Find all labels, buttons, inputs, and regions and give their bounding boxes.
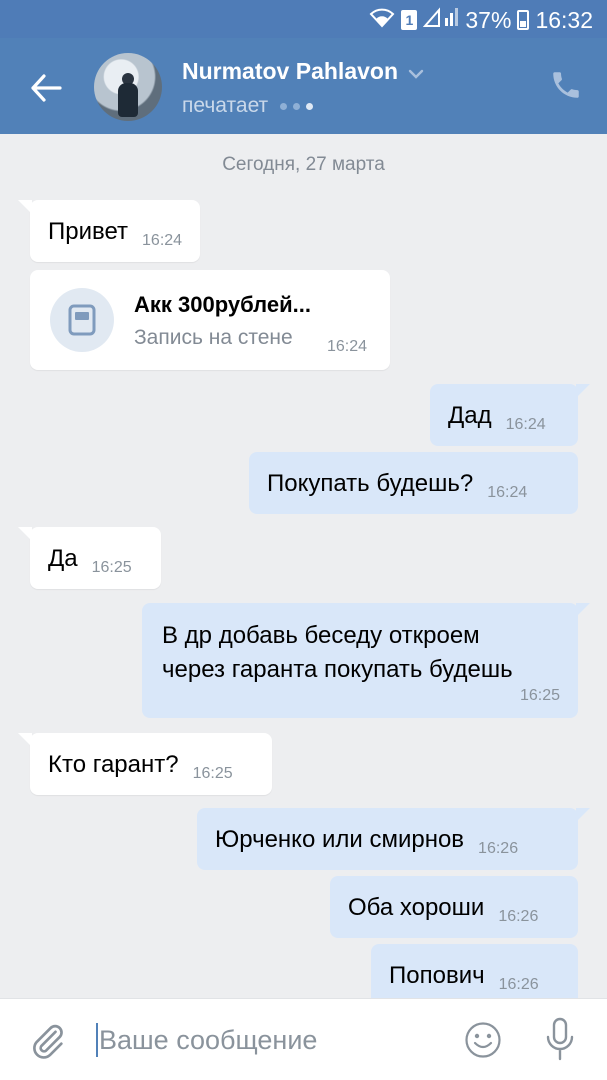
message-incoming[interactable]: Да 16:25 bbox=[18, 527, 161, 589]
wall-post-icon bbox=[50, 288, 114, 352]
message-text-line: В др добавь беседу откроем bbox=[162, 622, 480, 649]
message-input[interactable]: Ваше сообщение bbox=[96, 1019, 426, 1061]
message-time: 16:24 bbox=[327, 338, 368, 355]
message-input-placeholder: Ваше сообщение bbox=[99, 1025, 318, 1055]
message-time: 16:24 bbox=[505, 416, 546, 433]
signal-icon bbox=[423, 6, 459, 34]
message-time: 16:24 bbox=[142, 232, 183, 249]
message-text: Да bbox=[48, 545, 78, 572]
status-bar: 1 37% 16:32 bbox=[0, 0, 607, 38]
message-text-line: через гаранта покупать будешь bbox=[162, 656, 513, 683]
wall-post-card[interactable]: Акк 300рублей... Запись на стене 16:24 bbox=[30, 270, 390, 370]
message-outgoing[interactable]: В др добавь беседу откроем через гаранта… bbox=[142, 603, 590, 718]
clock: 16:32 bbox=[535, 6, 593, 33]
message-time: 16:26 bbox=[498, 908, 539, 925]
message-list[interactable]: Сегодня, 27 марта Привет 16:24 Акк 300ру… bbox=[0, 134, 607, 998]
typing-label: печатает bbox=[182, 94, 269, 117]
message-outgoing[interactable]: Юрченко или смирнов 16:26 bbox=[197, 808, 590, 870]
message-outgoing[interactable]: Дад 16:24 bbox=[430, 384, 590, 446]
message-time: 16:25 bbox=[519, 687, 560, 704]
wall-post-subtitle: Запись на стене bbox=[134, 326, 293, 349]
battery-icon bbox=[517, 10, 530, 30]
message-composer: Ваше сообщение bbox=[0, 998, 607, 1080]
sim-badge: 1 bbox=[401, 10, 418, 30]
message-time: 16:26 bbox=[498, 976, 539, 993]
contact-name: Nurmatov Pahlavon bbox=[182, 58, 398, 84]
message-outgoing[interactable]: Попович 16:26 bbox=[371, 944, 578, 998]
message-text: Попович bbox=[389, 962, 485, 989]
smiley-icon[interactable] bbox=[464, 1021, 502, 1059]
message-incoming[interactable]: Привет 16:24 bbox=[17, 200, 201, 262]
message-text: Кто гарант? bbox=[48, 751, 179, 778]
phone-icon[interactable] bbox=[549, 68, 585, 104]
typing-dots-icon bbox=[280, 102, 314, 110]
typing-indicator: печатает bbox=[182, 94, 314, 118]
text-caret bbox=[96, 1023, 98, 1057]
message-outgoing[interactable]: Покупать будешь? 16:24 bbox=[249, 452, 578, 514]
chat-header: Nurmatov Pahlavon печатает bbox=[0, 38, 607, 134]
paperclip-icon[interactable] bbox=[28, 1021, 68, 1061]
message-incoming[interactable]: Кто гарант? 16:25 bbox=[18, 733, 272, 795]
message-time: 16:25 bbox=[91, 559, 132, 576]
message-text: Оба хороши bbox=[348, 894, 485, 921]
message-text: Покупать будешь? bbox=[267, 470, 474, 497]
date-separator: Сегодня, 27 марта bbox=[222, 154, 385, 175]
wifi-icon bbox=[369, 7, 395, 34]
microphone-icon[interactable] bbox=[544, 1017, 576, 1061]
message-outgoing[interactable]: Оба хороши 16:26 bbox=[330, 876, 578, 938]
back-arrow-icon[interactable] bbox=[26, 68, 66, 108]
chevron-down-icon bbox=[408, 58, 424, 85]
message-time: 16:25 bbox=[192, 765, 233, 782]
message-text: Юрченко или смирнов bbox=[215, 826, 465, 853]
message-time: 16:26 bbox=[478, 840, 519, 857]
message-text: Привет bbox=[48, 218, 129, 245]
wall-post-title: Акк 300рублей... bbox=[134, 292, 311, 317]
message-text: Дад bbox=[448, 402, 492, 429]
message-time: 16:24 bbox=[487, 484, 528, 501]
avatar[interactable] bbox=[94, 53, 162, 121]
battery-percent: 37% bbox=[465, 6, 512, 33]
contact-name-button[interactable]: Nurmatov Pahlavon bbox=[182, 58, 424, 85]
